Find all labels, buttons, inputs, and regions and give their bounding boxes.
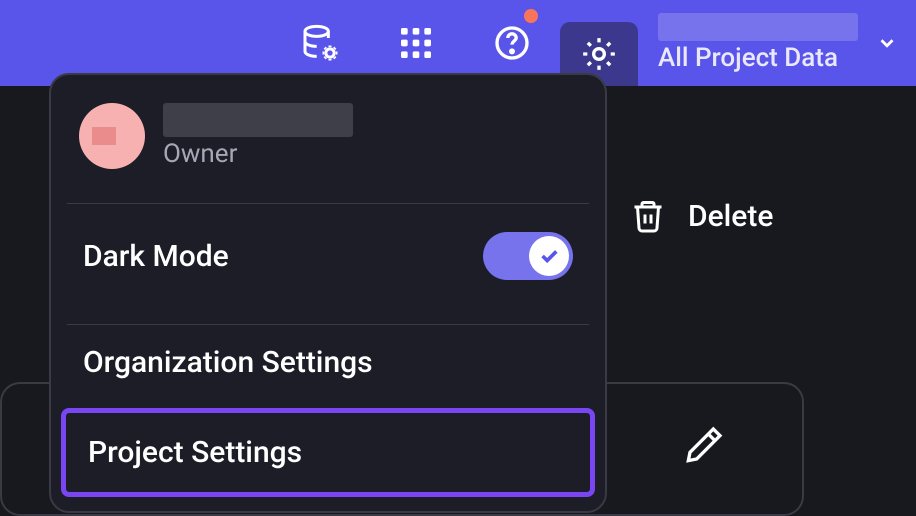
dark-mode-row: Dark Mode [51,204,605,308]
dark-mode-toggle[interactable] [483,232,573,280]
delete-button[interactable]: Delete [630,198,773,234]
toggle-knob [529,236,569,276]
trash-icon [630,198,666,234]
dark-mode-label: Dark Mode [83,239,229,274]
pencil-icon [685,424,725,464]
help-icon [492,23,532,63]
apps-icon-button[interactable] [368,11,464,75]
menu-item-org-settings[interactable]: Organization Settings [51,325,605,400]
project-selector[interactable]: All Project Data [658,13,898,73]
user-section: Owner [51,75,605,187]
project-subtitle: All Project Data [658,43,858,73]
check-icon [538,245,560,267]
database-icon-button[interactable] [272,11,368,75]
delete-label: Delete [688,199,773,234]
notification-dot-icon [524,9,538,23]
menu-item-project-settings[interactable]: Project Settings [61,408,595,497]
help-icon-button[interactable] [464,11,560,75]
project-name-redacted [658,13,858,41]
settings-dropdown: Owner Dark Mode Organization Settings Pr… [49,73,607,513]
avatar [79,103,145,169]
gear-icon [579,34,619,74]
user-name-redacted [163,103,353,137]
user-role: Owner [163,139,353,169]
chevron-down-icon [876,32,898,54]
database-settings-icon [300,23,340,63]
grid-icon [396,23,436,63]
edit-button[interactable] [685,424,725,468]
